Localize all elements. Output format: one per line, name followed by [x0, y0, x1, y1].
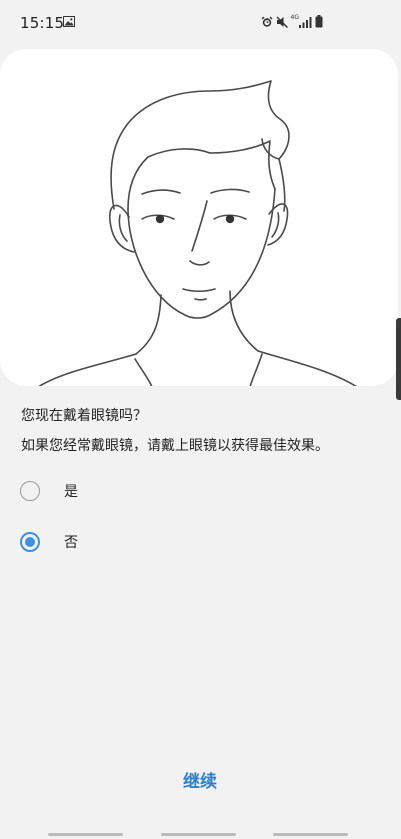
mute-icon — [276, 15, 288, 28]
gallery-icon — [63, 16, 75, 27]
alarm-icon — [261, 16, 273, 27]
network-type-label: 4G — [290, 13, 299, 21]
face-outline-icon — [38, 80, 357, 386]
signal-icon — [299, 16, 312, 28]
radio-yes[interactable] — [20, 481, 40, 501]
option-no-label: 否 — [64, 535, 78, 551]
status-time: 15:15 — [20, 14, 65, 32]
glasses-hint: 如果您经常戴眼镜，请戴上眼镜以获得最佳效果。 — [21, 438, 329, 454]
navigation-bar — [0, 826, 401, 839]
glasses-question: 您现在戴着眼镜吗？ — [21, 408, 147, 424]
option-yes-label: 是 — [64, 484, 78, 500]
radio-no[interactable] — [20, 532, 40, 552]
nav-back-gesture[interactable] — [48, 833, 123, 836]
status-bar: 15:15 4G — [0, 0, 401, 48]
continue-button[interactable]: 继续 — [150, 766, 250, 798]
edge-panel-handle[interactable] — [396, 318, 401, 400]
nav-recent-gesture[interactable] — [273, 833, 348, 836]
battery-icon — [315, 15, 323, 28]
option-yes[interactable]: 是 — [20, 479, 380, 503]
nav-home-gesture[interactable] — [161, 833, 236, 836]
option-no[interactable]: 否 — [20, 530, 380, 554]
status-icons: 4G — [261, 13, 323, 28]
face-illustration-card — [0, 49, 398, 386]
